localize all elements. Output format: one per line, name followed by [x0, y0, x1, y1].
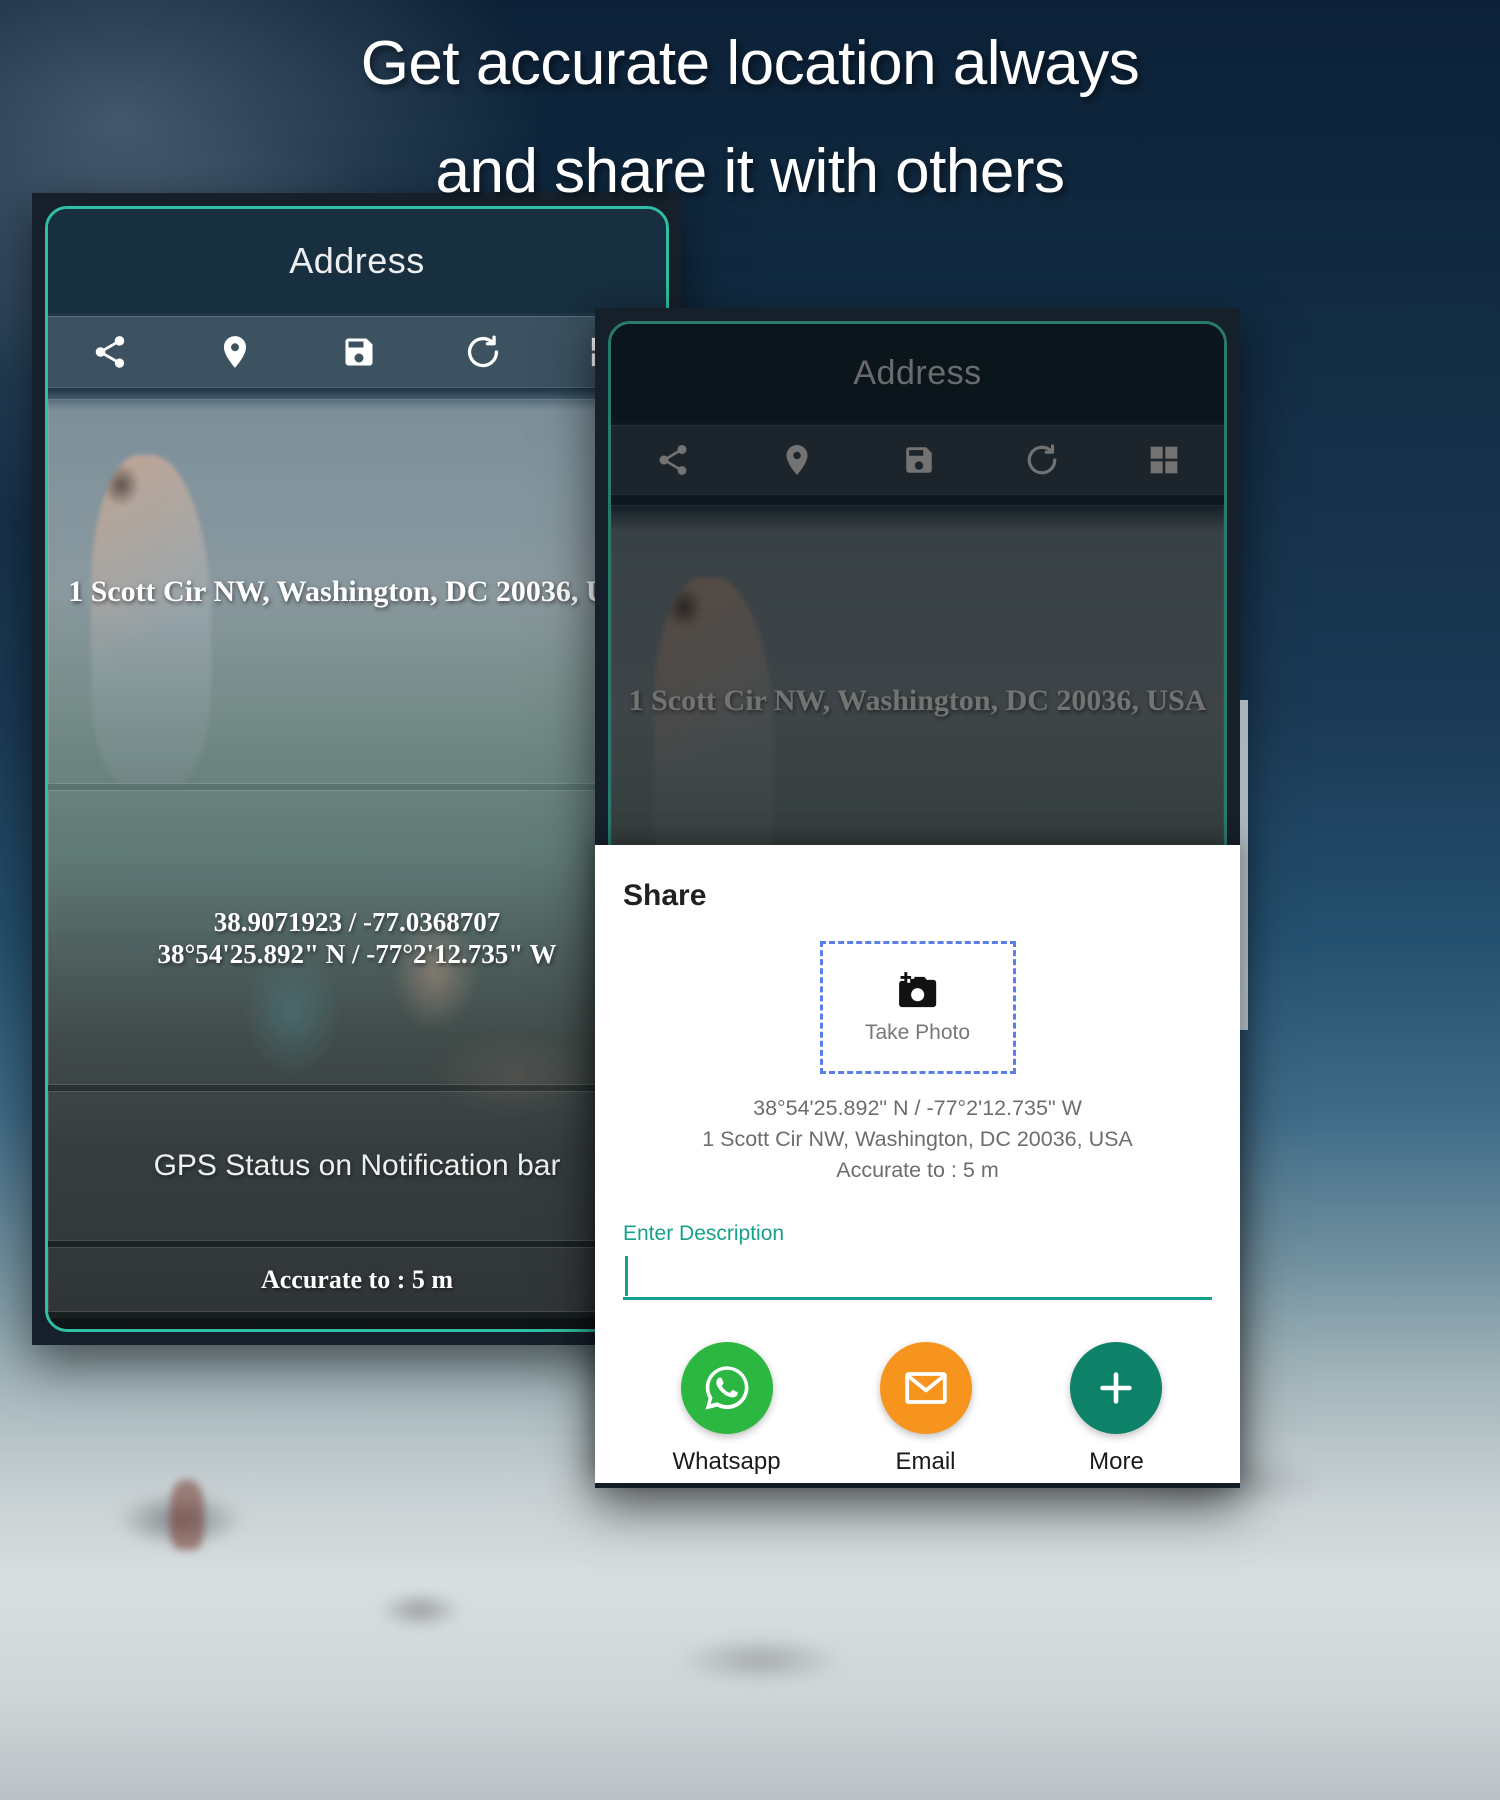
share-target-list: Whatsapp Email More — [623, 1342, 1212, 1476]
share-icon[interactable] — [91, 333, 129, 371]
background-hiker-figure — [170, 1480, 204, 1550]
whatsapp-label: Whatsapp — [672, 1448, 781, 1475]
share-location-details: 38°54'25.892" N / -77°2'12.735" W 1 Scot… — [623, 1093, 1212, 1186]
address-text-right: 1 Scott Cir NW, Washington, DC 20036, US… — [628, 683, 1207, 717]
share-icon[interactable] — [655, 442, 691, 478]
gps-status-card-left[interactable]: GPS Status on Notification bar — [48, 1091, 666, 1241]
refresh-icon[interactable] — [464, 333, 502, 371]
address-card-right[interactable]: 1 Scott Cir NW, Washington, DC 20036, US… — [611, 505, 1224, 895]
text-cursor — [625, 1256, 628, 1296]
phone-mockup-left: Address 1 Scott Cir NW, Washington, DC 2… — [32, 193, 682, 1345]
email-label: Email — [895, 1448, 956, 1475]
share-accuracy: Accurate to : 5 m — [836, 1158, 999, 1182]
grid-icon[interactable] — [1148, 444, 1180, 476]
promo-headline-line-1: Get accurate location always — [360, 29, 1140, 98]
share-bottom-sheet: Share Take Photo 38°54'25.892" N / -77°2… — [595, 845, 1240, 1483]
take-photo-label: Take Photo — [864, 1021, 971, 1044]
accuracy-text-left: Accurate to : 5 m — [260, 1264, 454, 1294]
location-pin-icon[interactable] — [779, 442, 815, 478]
location-pin-icon[interactable] — [216, 333, 254, 371]
address-card-left[interactable]: 1 Scott Cir NW, Washington, DC 20036, US… — [48, 399, 666, 784]
phone-screen-left: Address 1 Scott Cir NW, Washington, DC 2… — [45, 206, 669, 1332]
gps-status-text-left: GPS Status on Notification bar — [153, 1149, 561, 1182]
envelope-icon[interactable] — [879, 1342, 972, 1434]
description-label: Enter Description — [623, 1222, 785, 1245]
coordinates-card-left[interactable]: 38.9071923 / -77.0368707 38°54'25.892" N… — [48, 790, 666, 1085]
refresh-icon[interactable] — [1024, 442, 1060, 478]
description-input[interactable] — [623, 1250, 1212, 1297]
plus-icon[interactable] — [1070, 1342, 1163, 1434]
description-field-wrapper[interactable] — [623, 1250, 1212, 1300]
share-target-email[interactable]: Email — [879, 1342, 972, 1476]
share-coords-dms: 38°54'25.892" N / -77°2'12.735" W — [753, 1096, 1082, 1120]
accuracy-card-left: Accurate to : 5 m — [48, 1247, 666, 1312]
promo-headline: Get accurate location always and share i… — [0, 10, 1500, 226]
add-a-photo-icon — [896, 970, 940, 1015]
background-edge-sliver — [1240, 700, 1248, 1030]
save-icon[interactable] — [341, 334, 377, 370]
take-photo-button[interactable]: Take Photo — [819, 941, 1016, 1074]
share-target-whatsapp[interactable]: Whatsapp — [672, 1342, 781, 1476]
whatsapp-icon[interactable] — [680, 1342, 773, 1434]
app-toolbar-right[interactable] — [611, 425, 1224, 495]
promo-headline-line-2: and share it with others — [435, 137, 1065, 206]
address-text-left: 1 Scott Cir NW, Washington, DC 20036, US… — [68, 575, 646, 608]
app-title-right: Address — [611, 324, 1224, 422]
more-label: More — [1089, 1448, 1144, 1475]
share-address: 1 Scott Cir NW, Washington, DC 20036, US… — [702, 1127, 1133, 1151]
coords-decimal-left: 38.9071923 / -77.0368707 — [213, 906, 501, 937]
app-toolbar-left[interactable] — [48, 316, 666, 388]
share-sheet-title: Share — [623, 879, 707, 912]
page-indicator-dots[interactable] — [48, 1318, 666, 1329]
share-target-more[interactable]: More — [1070, 1342, 1163, 1476]
save-icon[interactable] — [902, 443, 936, 477]
coords-dms-left: 38°54'25.892" N / -77°2'12.735" W — [157, 938, 557, 969]
